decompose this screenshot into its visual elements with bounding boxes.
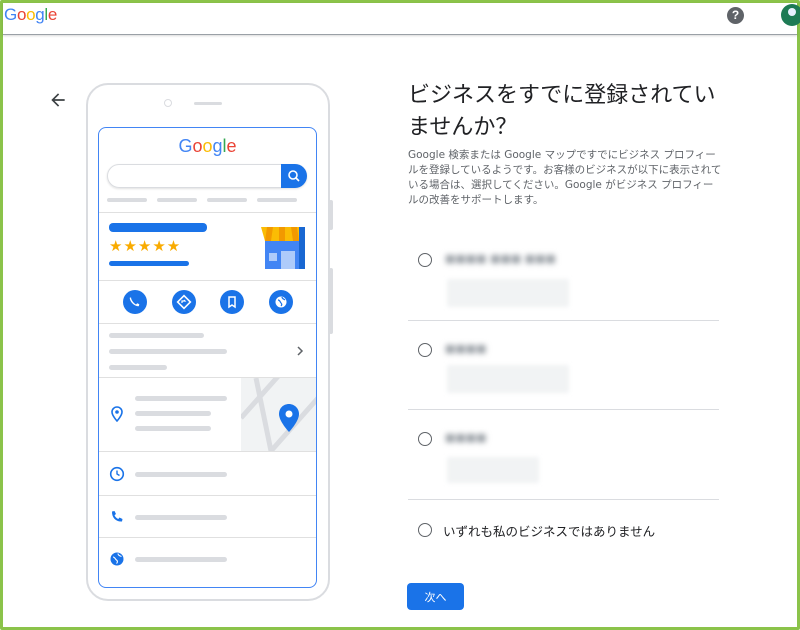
logo-letter: G — [4, 5, 17, 24]
logo-letter: g — [212, 136, 223, 156]
none-option-radio[interactable] — [418, 523, 432, 537]
text-placeholder — [135, 411, 211, 416]
search-icon — [281, 164, 307, 188]
tab-placeholder — [257, 198, 297, 202]
text-placeholder — [135, 472, 227, 477]
business-option-2-name[interactable]: ■■■■ — [445, 342, 487, 355]
google-logo[interactable]: Google — [4, 5, 57, 25]
business-option-1-name[interactable]: ■■■■ ■■■ ■■■ — [445, 252, 556, 265]
chevron-right-icon — [297, 346, 304, 356]
page-description: Google 検索または Google マップですでにビジネス プロフィールを登… — [408, 149, 722, 206]
phone-screen: Google ★★★★★ — [98, 127, 317, 588]
business-option-2-address — [447, 365, 569, 393]
rating-stars: ★★★★★ — [109, 237, 182, 255]
clock-icon — [109, 466, 125, 482]
category-placeholder — [109, 261, 189, 266]
tab-placeholder — [107, 198, 147, 202]
business-option-3-address — [447, 457, 539, 483]
option-divider — [408, 499, 719, 500]
logo-letter: G — [178, 136, 193, 156]
text-placeholder — [135, 396, 227, 401]
option-divider — [408, 320, 719, 321]
divider — [99, 537, 316, 538]
bookmark-icon — [220, 290, 244, 314]
phone-side-button — [329, 200, 333, 230]
divider — [99, 280, 316, 281]
arrow-left-icon[interactable] — [48, 90, 68, 110]
logo-letter: o — [192, 136, 203, 156]
speaker-grill — [194, 102, 222, 105]
phone-side-button — [329, 268, 333, 334]
phone-icon — [111, 511, 123, 522]
logo-letter: e — [226, 136, 237, 156]
business-option-3-name[interactable]: ■■■■ — [445, 431, 487, 444]
business-name-placeholder — [109, 223, 207, 232]
text-placeholder — [109, 365, 167, 370]
globe-icon — [110, 552, 124, 566]
top-bar: Google ? — [3, 3, 800, 35]
logo-letter: o — [26, 5, 36, 24]
text-placeholder — [135, 557, 227, 562]
map-pin — [279, 404, 299, 432]
text-placeholder — [135, 515, 227, 520]
help-icon[interactable]: ? — [727, 7, 744, 24]
directions-icon — [172, 290, 196, 314]
globe-icon — [269, 290, 293, 314]
divider — [99, 495, 316, 496]
page-title: ビジネスをすでに登録されていませんか？ — [408, 83, 716, 140]
business-option-3-radio[interactable] — [418, 432, 432, 446]
phone-icon — [123, 290, 147, 314]
illustration-search-box — [107, 164, 307, 188]
divider — [99, 212, 316, 213]
camera-dot — [164, 99, 172, 107]
divider — [99, 451, 316, 452]
option-divider — [408, 409, 719, 410]
account-avatar[interactable] — [781, 4, 800, 26]
business-option-2-radio[interactable] — [418, 343, 432, 357]
business-option-1-radio[interactable] — [418, 253, 432, 267]
text-placeholder — [109, 349, 227, 354]
tab-placeholder — [207, 198, 247, 202]
none-option-label[interactable]: いずれも私のビジネスではありません — [443, 521, 655, 540]
logo-letter: e — [47, 5, 58, 24]
map-thumbnail — [239, 371, 316, 453]
illustration-google-logo: Google — [99, 136, 316, 157]
text-placeholder — [109, 333, 204, 338]
text-placeholder — [135, 426, 211, 431]
logo-letter: o — [16, 5, 27, 24]
divider — [99, 323, 316, 324]
next-button[interactable]: 次へ — [407, 583, 464, 610]
location-pin-icon — [111, 406, 123, 422]
logo-letter: o — [202, 136, 213, 156]
business-option-1-address — [447, 279, 569, 307]
tab-placeholder — [157, 198, 197, 202]
storefront-icon — [261, 227, 305, 269]
